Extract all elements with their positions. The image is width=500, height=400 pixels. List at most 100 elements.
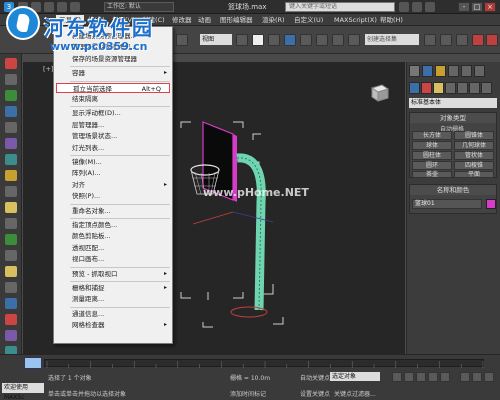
render-icon[interactable]	[486, 34, 498, 46]
menu-rendering[interactable]: 渲染(R)	[262, 15, 285, 25]
viewcube-icon[interactable]	[368, 82, 390, 102]
tools-menu-item[interactable]: 显示浮动框(D)...	[54, 108, 172, 118]
lights-icon[interactable]	[433, 82, 444, 94]
pyramid-button[interactable]: 四棱锥	[454, 161, 494, 170]
geometry-icon[interactable]	[409, 82, 420, 94]
tube-button[interactable]: 管状体	[454, 151, 494, 160]
percent-snap-icon[interactable]	[316, 34, 328, 46]
next-frame-icon[interactable]	[428, 372, 438, 382]
menu-maxscript[interactable]: MAXScript(X)	[334, 15, 377, 25]
go-to-start-icon[interactable]	[392, 372, 402, 382]
maximize-button[interactable]: □	[471, 2, 483, 12]
tools-menu-item[interactable]: 灯光列表...	[54, 143, 172, 153]
orbit-icon[interactable]	[484, 372, 494, 382]
systems-create-icon[interactable]	[481, 82, 492, 94]
render-frame-icon[interactable]	[5, 330, 17, 341]
hierarchy-tab-icon[interactable]	[435, 65, 446, 77]
timeline-track[interactable]	[44, 359, 484, 368]
align-icon[interactable]	[440, 34, 452, 46]
pan-icon[interactable]	[472, 372, 482, 382]
search-icon[interactable]	[399, 2, 409, 12]
sphere-button[interactable]: 球体	[412, 141, 452, 150]
name-color-title[interactable]: 名称和颜色	[410, 185, 496, 195]
geosphere-button[interactable]: 几何球体	[454, 141, 494, 150]
set-key-button[interactable]: 设置关键点	[300, 389, 330, 398]
spacewarp-icon[interactable]	[5, 250, 17, 261]
menu-graph-editors[interactable]: 图形编辑器	[220, 15, 253, 25]
tools-menu-item[interactable]: 栅格和捕捉 ▸	[54, 283, 172, 293]
edit-named-selection-icon[interactable]	[348, 34, 360, 46]
prev-frame-icon[interactable]	[404, 372, 414, 382]
display-tab-icon[interactable]	[461, 65, 472, 77]
cylinder-button[interactable]: 圆柱体	[412, 151, 452, 160]
rotate-icon[interactable]	[5, 106, 17, 117]
unlink-icon[interactable]	[5, 154, 17, 165]
scale-icon[interactable]	[5, 122, 17, 133]
tools-menu-item[interactable]: 预览 - 抓取视口 ▸	[54, 269, 172, 279]
create-tab-icon[interactable]	[409, 65, 420, 77]
snap-toggle-icon[interactable]	[284, 34, 296, 46]
auto-key-button[interactable]: 自动关键点	[300, 373, 330, 382]
torus-button[interactable]: 圆环	[412, 161, 452, 170]
place-icon[interactable]	[5, 186, 17, 197]
key-selection-dropdown[interactable]: 选定对象	[330, 372, 380, 381]
modify-icon[interactable]	[5, 298, 17, 309]
link-icon[interactable]	[5, 138, 17, 149]
go-to-end-icon[interactable]	[440, 372, 450, 382]
spinner-snap-icon[interactable]	[332, 34, 344, 46]
tools-menu-item[interactable]: 网格检查器 ▸	[54, 320, 172, 330]
tools-menu-item[interactable]: 管理场景状态...	[54, 131, 172, 141]
teapot-button[interactable]: 茶壶	[412, 171, 452, 178]
minimize-button[interactable]: -	[458, 2, 470, 12]
menu-animation[interactable]: 动画	[198, 15, 211, 25]
add-time-tag[interactable]: 添加时间标记	[230, 389, 266, 398]
render-setup-icon[interactable]	[472, 34, 484, 46]
workspace-dropdown[interactable]: 工作区: 默认	[104, 2, 174, 12]
tools-menu-item[interactable]: 孤立当前选择 Alt+Q	[56, 82, 170, 93]
mirror-icon[interactable]	[424, 34, 436, 46]
play-icon[interactable]	[416, 372, 426, 382]
motion-tab-icon[interactable]	[448, 65, 459, 77]
redo-icon[interactable]	[70, 2, 80, 12]
tools-menu-item[interactable]: 指定顶点颜色...	[54, 220, 172, 230]
tools-menu-item[interactable]: 镜像(M)...	[54, 157, 172, 167]
box-button[interactable]: 长方体	[412, 131, 452, 140]
keyboard-shortcut-icon[interactable]	[268, 34, 280, 46]
tools-menu-item[interactable]: 结束隔离	[54, 94, 172, 104]
camera-icon[interactable]	[5, 218, 17, 229]
systems-icon[interactable]	[5, 282, 17, 293]
material-editor-icon[interactable]	[5, 314, 17, 325]
select-by-name-icon[interactable]	[5, 74, 17, 85]
bind-space-warp-icon[interactable]	[5, 170, 17, 181]
object-type-title[interactable]: 对象类型	[410, 113, 496, 123]
maxscript-listener[interactable]: 欢迎使用 MAXSc	[2, 383, 44, 400]
zoom-icon[interactable]	[460, 372, 470, 382]
layer-manager-icon[interactable]	[456, 34, 468, 46]
object-color-swatch[interactable]	[486, 199, 496, 209]
tools-menu-item[interactable]: 颜色剪贴板...	[54, 231, 172, 241]
search-input[interactable]: 键入关键字或短语	[285, 2, 395, 12]
menu-customize[interactable]: 自定义(U)	[294, 15, 323, 25]
modify-tab-icon[interactable]	[422, 65, 433, 77]
object-name-input[interactable]: 篮球01	[412, 199, 482, 209]
tools-menu-item[interactable]: 对齐 ▸	[54, 180, 172, 190]
close-button[interactable]: ×	[484, 2, 496, 12]
tools-menu-item[interactable]: 视口画布...	[54, 254, 172, 264]
undo-icon[interactable]	[57, 2, 67, 12]
tools-menu-item[interactable]: 层管理器...	[54, 120, 172, 130]
plane-button[interactable]: 平面	[454, 171, 494, 178]
selection-filter-icon[interactable]	[176, 34, 188, 46]
move-icon[interactable]	[5, 90, 17, 101]
reference-coord-dropdown[interactable]: 视图	[200, 34, 232, 45]
category-dropdown[interactable]: 标准基本体	[409, 98, 497, 108]
tools-menu-item[interactable]: 重命名对象...	[54, 206, 172, 216]
cone-button[interactable]: 圆锥体	[454, 131, 494, 140]
tools-menu-item[interactable]: 保存的场景资源管理器	[54, 54, 172, 64]
key-filters-button[interactable]: 关键点过滤器...	[334, 389, 376, 398]
pivot-center-icon[interactable]	[236, 34, 248, 46]
helper-icon[interactable]	[5, 234, 17, 245]
angle-snap-icon[interactable]	[300, 34, 312, 46]
tools-menu-item[interactable]: 快照(P)...	[54, 191, 172, 201]
tools-menu-item[interactable]: 透视匹配...	[54, 243, 172, 253]
named-selection-set-dropdown[interactable]: 创建选择集	[365, 34, 419, 45]
